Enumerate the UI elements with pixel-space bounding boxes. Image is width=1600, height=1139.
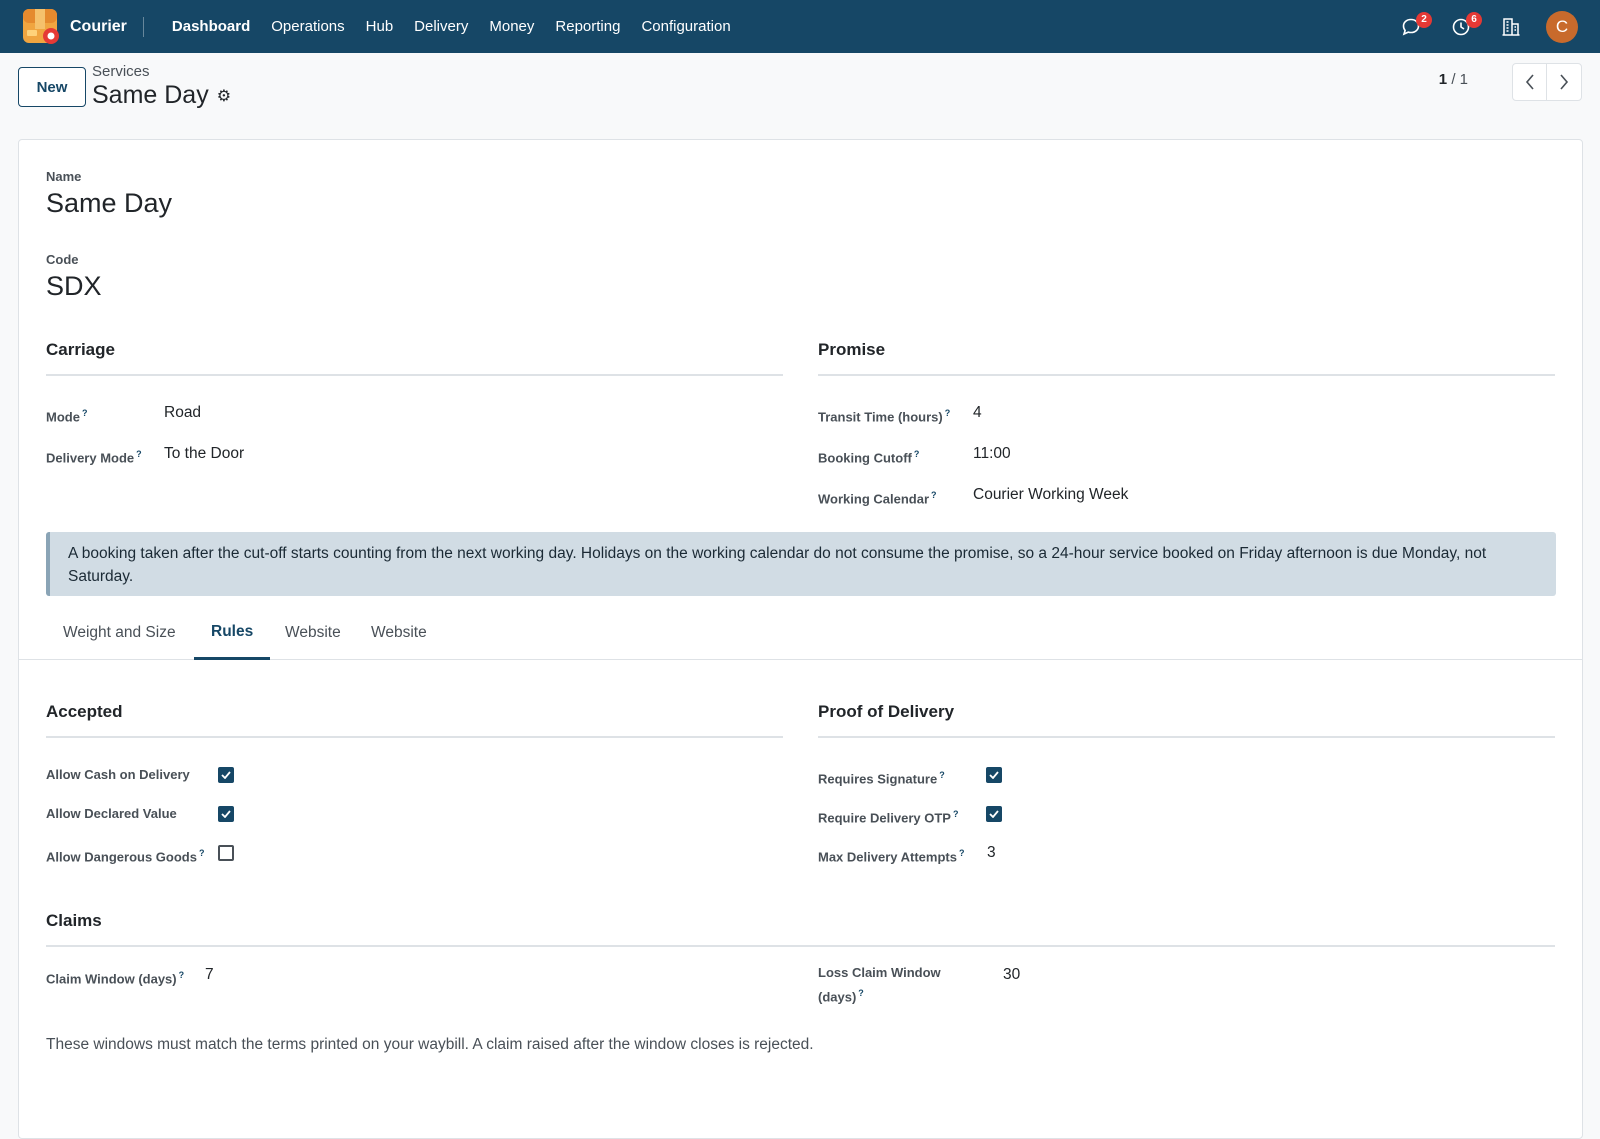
promise-section-title: Promise: [818, 340, 886, 359]
loss-claim-window-field[interactable]: 30: [1003, 966, 1020, 984]
allow-declared-value-checkbox[interactable]: [218, 806, 234, 822]
allow-cod-checkbox[interactable]: [218, 767, 234, 783]
checkmark-icon: [221, 810, 231, 818]
notebook-tabs: Weight and Size Rules Website Website: [19, 606, 1582, 660]
help-icon[interactable]: ?: [914, 449, 920, 459]
building-icon: [1502, 17, 1520, 36]
carriage-divider: [46, 374, 783, 376]
nav-divider: [142, 16, 144, 37]
help-icon[interactable]: ?: [959, 848, 965, 858]
working-calendar-field[interactable]: Courier Working Week: [973, 486, 1128, 504]
courier-app-icon[interactable]: [22, 8, 60, 46]
pod-divider: [818, 736, 1555, 738]
pager-value[interactable]: 1 / 1: [1439, 71, 1468, 88]
menu-configuration[interactable]: Configuration: [631, 18, 741, 35]
require-otp-label: Require Delivery OTP?: [818, 809, 959, 826]
menu-delivery[interactable]: Delivery: [404, 18, 479, 35]
help-icon[interactable]: ?: [199, 848, 205, 858]
pod-section-title: Proof of Delivery: [818, 702, 955, 721]
delivery-mode-label: Delivery Mode?: [46, 449, 142, 466]
help-icon[interactable]: ?: [953, 809, 959, 819]
help-icon[interactable]: ?: [931, 490, 937, 500]
activities-button[interactable]: 6: [1446, 11, 1482, 42]
booking-cutoff-label: Booking Cutoff?: [818, 449, 920, 466]
breadcrumb-current: Same Day ⚙: [92, 81, 231, 110]
breadcrumb-parent[interactable]: Services: [92, 63, 150, 80]
new-button[interactable]: New: [18, 67, 86, 107]
menu-operations[interactable]: Operations: [261, 18, 355, 35]
menu-hub[interactable]: Hub: [355, 18, 404, 35]
allow-dangerous-goods-label: Allow Dangerous Goods?: [46, 848, 205, 865]
checkmark-icon: [989, 771, 999, 779]
chevron-left-icon: [1525, 74, 1534, 90]
promise-divider: [818, 374, 1555, 376]
name-label: Name: [46, 169, 82, 184]
chevron-right-icon: [1560, 74, 1569, 90]
max-attempts-field[interactable]: 3: [987, 844, 996, 862]
loss-claim-window-label: Loss Claim Window (days)?: [818, 965, 941, 1005]
accepted-section-title: Accepted: [46, 702, 123, 721]
record-title: Same Day: [92, 81, 209, 109]
help-icon[interactable]: ?: [945, 408, 951, 418]
name-field[interactable]: Same Day: [46, 188, 172, 219]
working-calendar-label: Working Calendar?: [818, 490, 937, 507]
allow-dangerous-goods-checkbox[interactable]: [218, 845, 234, 861]
messages-button[interactable]: 2: [1396, 11, 1432, 42]
mode-label: Mode?: [46, 408, 88, 425]
pager-previous-button[interactable]: [1512, 63, 1548, 101]
control-panel: New Services Same Day ⚙ 1 / 1: [0, 53, 1600, 137]
claim-window-label: Claim Window (days)?: [46, 970, 185, 987]
claim-window-field[interactable]: 7: [205, 966, 214, 984]
requires-signature-label: Requires Signature?: [818, 770, 945, 787]
delivery-mode-field[interactable]: To the Door: [164, 445, 244, 463]
app-brand[interactable]: Courier: [70, 18, 127, 36]
activities-badge: 6: [1466, 11, 1482, 28]
allow-cod-label: Allow Cash on Delivery: [46, 767, 190, 782]
help-icon[interactable]: ?: [939, 770, 945, 780]
checkmark-icon: [221, 771, 231, 779]
code-label: Code: [46, 252, 79, 267]
help-icon[interactable]: ?: [136, 449, 142, 459]
cutoff-info-alert: A booking taken after the cut-off starts…: [46, 532, 1556, 596]
menu-reporting[interactable]: Reporting: [545, 18, 631, 35]
pager-current: 1: [1438, 71, 1448, 88]
tab-rules[interactable]: Rules: [194, 606, 271, 660]
checkmark-icon: [989, 810, 999, 818]
help-icon[interactable]: ?: [179, 970, 185, 980]
claims-divider: [46, 945, 1555, 947]
claims-note: These windows must match the terms print…: [46, 1036, 814, 1053]
accepted-divider: [46, 736, 783, 738]
tab-weight-and-size[interactable]: Weight and Size: [46, 606, 193, 660]
tab-website-2[interactable]: Website: [354, 606, 444, 660]
allow-declared-value-label: Allow Declared Value: [46, 806, 177, 821]
mode-field[interactable]: Road: [164, 404, 201, 422]
gear-icon[interactable]: ⚙: [217, 86, 231, 106]
tab-website[interactable]: Website: [268, 606, 358, 660]
claims-section-title: Claims: [46, 911, 102, 930]
menu-dashboard[interactable]: Dashboard: [160, 18, 261, 35]
user-avatar[interactable]: C: [1546, 10, 1578, 43]
menu-money[interactable]: Money: [479, 18, 545, 35]
transit-time-label: Transit Time (hours)?: [818, 408, 951, 425]
transit-time-field[interactable]: 4: [973, 404, 982, 422]
code-field[interactable]: SDX: [46, 271, 102, 302]
company-switcher[interactable]: [1496, 12, 1526, 42]
booking-cutoff-field[interactable]: 11:00: [973, 445, 1011, 463]
pager-next-button[interactable]: [1546, 63, 1582, 101]
requires-signature-checkbox[interactable]: [986, 767, 1002, 783]
top-navbar: Courier Dashboard Operations Hub Deliver…: [0, 0, 1600, 53]
carriage-section-title: Carriage: [46, 340, 115, 359]
help-icon[interactable]: ?: [82, 408, 88, 418]
messages-badge: 2: [1416, 11, 1432, 28]
pager-total: / 1: [1451, 71, 1468, 88]
max-attempts-label: Max Delivery Attempts?: [818, 848, 965, 865]
help-icon[interactable]: ?: [858, 988, 864, 998]
form-sheet: Name Same Day Code SDX Carriage Mode? Ro…: [18, 139, 1583, 1139]
main-menu: Dashboard Operations Hub Delivery Money …: [160, 18, 741, 35]
require-otp-checkbox[interactable]: [986, 806, 1002, 822]
